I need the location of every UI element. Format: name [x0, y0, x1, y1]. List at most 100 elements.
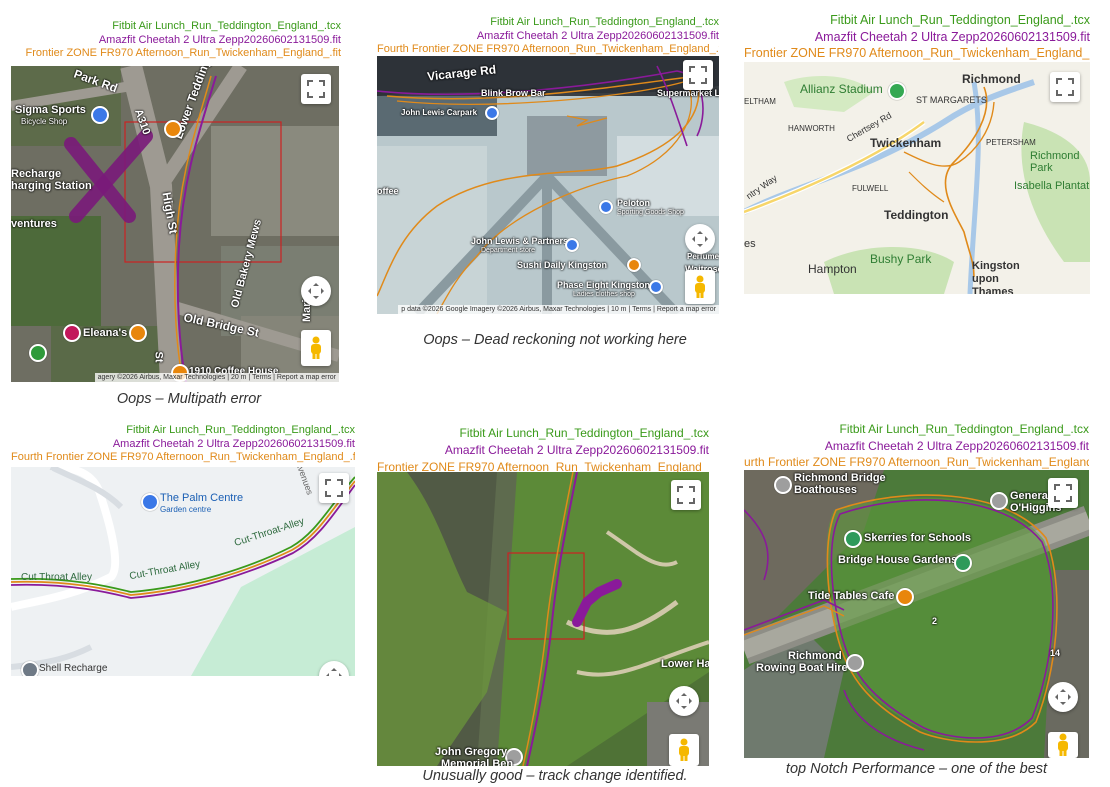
- ev-charge-pin-icon[interactable]: [29, 344, 47, 362]
- fullscreen-icon: [689, 66, 707, 84]
- road-map[interactable]: The Palm Centre Garden centre Avenues Cu…: [11, 467, 355, 676]
- pan-control[interactable]: [669, 686, 699, 716]
- fullscreen-button[interactable]: [671, 480, 701, 510]
- garden-centre-pin-icon[interactable]: [141, 493, 159, 511]
- street-view-button[interactable]: [301, 330, 331, 366]
- label-es: es: [744, 238, 756, 250]
- pan-arrows-icon: [308, 283, 324, 299]
- fullscreen-button[interactable]: [1048, 478, 1078, 508]
- fullscreen-icon: [677, 486, 695, 504]
- label-bridge-house-gardens: Bridge House Gardens: [838, 554, 958, 566]
- school-pin-icon[interactable]: [844, 530, 862, 548]
- track-legend: Fitbit Air Lunch_Run_Teddington_England_…: [744, 421, 1089, 471]
- label-hampton: Hampton: [808, 262, 857, 276]
- fullscreen-button[interactable]: [301, 74, 331, 104]
- legend-amazfit: Amazfit Cheetah 2 Ultra Zepp202606021315…: [824, 438, 1089, 453]
- label-department-store: Department store: [481, 247, 536, 254]
- satellite-map[interactable]: Vicarage Rd Blink Brow Bar John Lewis Ca…: [377, 56, 719, 314]
- shell-recharge-pin-icon[interactable]: [21, 661, 39, 676]
- label-sporting-goods: Sporting Goods Shop: [617, 209, 684, 216]
- street-view-button[interactable]: [685, 270, 715, 304]
- label-hanworth: HANWORTH: [788, 124, 835, 133]
- department-pin-icon[interactable]: [565, 238, 579, 252]
- pan-arrows-icon: [326, 668, 342, 676]
- peloton-pin-icon[interactable]: [599, 200, 613, 214]
- satellite-map[interactable]: Lower Ha John Gregory Memorial Ben: [377, 472, 709, 766]
- cafe-pin-icon[interactable]: [896, 588, 914, 606]
- track-legend: Fitbit Air Lunch_Run_Teddington_England_…: [744, 12, 1090, 62]
- legend-amazfit: Amazfit Cheetah 2 Ultra Zepp202606021315…: [476, 29, 719, 42]
- legend-amazfit: Amazfit Cheetah 2 Ultra Zepp202606021315…: [112, 437, 355, 450]
- label-sushi-daily: Sushi Daily Kingston: [517, 260, 608, 270]
- label-richmond-park: Richmond Park: [1030, 150, 1080, 174]
- label-ventures: ventures: [11, 218, 57, 230]
- road-map[interactable]: Richmond Allianz Stadium ST MARGARETS EL…: [744, 62, 1090, 294]
- label-num-14: 14: [1050, 648, 1061, 658]
- label-eltham: ELTHAM: [744, 97, 776, 106]
- legend-fourth-frontier: Fourth Frontier ZONE FR970 Afternoon_Run…: [377, 43, 719, 55]
- label-isabella-plantation: Isabella Plantat: [1014, 180, 1090, 192]
- satellite-map[interactable]: Richmond Bridge Boathouses General O'Hig…: [744, 470, 1089, 758]
- fullscreen-button[interactable]: [1050, 72, 1080, 102]
- track-legend: Fitbit Air Lunch_Run_Teddington_England_…: [377, 425, 709, 476]
- shop-pin-icon[interactable]: [91, 106, 109, 124]
- legend-fourth-frontier: Frontier ZONE FR970 Afternoon_Run_Twicke…: [744, 46, 1090, 60]
- transit-pin-icon[interactable]: [164, 120, 182, 138]
- cafe-pin-icon[interactable]: [129, 324, 147, 342]
- label-john-lewis-partners: John Lewis & Partners: [471, 236, 569, 246]
- pan-control[interactable]: [301, 276, 331, 306]
- legend-fourth-frontier: Fourth Frontier ZONE FR970 Afternoon_Run…: [11, 451, 355, 463]
- caption-top-performance: top Notch Performance – one of the best: [785, 761, 1048, 777]
- fullscreen-icon: [1056, 78, 1074, 96]
- clothes-pin-icon[interactable]: [649, 280, 663, 294]
- label-richmond-2: Richmond: [788, 650, 842, 662]
- label-blink-brow-bar: Blink Brow Bar: [481, 88, 546, 98]
- legend-fitbit: Fitbit Air Lunch_Run_Teddington_England_…: [830, 13, 1090, 27]
- label-st-margarets: ST MARGARETS: [916, 95, 987, 105]
- label-lower-ham: Lower Ha: [661, 658, 709, 670]
- street-view-button[interactable]: [669, 734, 699, 766]
- carpark-pin-icon[interactable]: [485, 106, 499, 120]
- pegman-icon: [1058, 733, 1068, 756]
- caption-track-change: Unusually good – track change identified…: [422, 768, 688, 784]
- label-phase-eight: Phase Eight Kingston: [557, 280, 651, 290]
- pan-control[interactable]: [1048, 682, 1078, 712]
- label-john-gregory: John Gregory: [435, 746, 508, 758]
- fullscreen-button[interactable]: [683, 60, 713, 90]
- fullscreen-icon: [307, 80, 325, 98]
- label-peloton: Peloton: [617, 198, 650, 208]
- legend-fourth-frontier: Frontier ZONE FR970 Afternoon_Run_Twicke…: [25, 47, 342, 59]
- label-garden-centre: Garden centre: [160, 505, 212, 514]
- label-teddington: Teddington: [884, 208, 949, 222]
- label-petersham: PETERSHAM: [986, 138, 1036, 147]
- legend-fitbit: Fitbit Air Lunch_Run_Teddington_England_…: [126, 424, 355, 436]
- fullscreen-button[interactable]: [319, 473, 349, 503]
- boathouses-pin-icon[interactable]: [774, 476, 792, 494]
- boat-hire-pin-icon[interactable]: [846, 654, 864, 672]
- map-attribution: p data ©2026 Google Imagery ©2026 Airbus…: [398, 305, 719, 314]
- legend-fitbit: Fitbit Air Lunch_Run_Teddington_England_…: [839, 422, 1089, 436]
- track-legend: Fitbit Air Lunch_Run_Teddington_England_…: [377, 16, 719, 57]
- fullscreen-icon: [1054, 484, 1072, 502]
- street-view-button[interactable]: [1048, 732, 1078, 758]
- satellite-map[interactable]: Park Rd Sigma Sports Bicycle Shop Lower …: [11, 66, 339, 382]
- label-sigma-sports: Sigma Sports: [15, 104, 86, 116]
- pan-control[interactable]: [685, 224, 715, 254]
- label-recharge: Recharge: [11, 168, 62, 180]
- pegman-icon: [695, 275, 705, 298]
- label-richmond-bridge: Richmond Bridge: [794, 472, 886, 484]
- park-pin-icon[interactable]: [954, 554, 972, 572]
- pan-arrows-icon: [1055, 689, 1071, 705]
- general-pin-icon[interactable]: [990, 492, 1008, 510]
- label-st: St: [152, 351, 165, 363]
- hotel-pin-icon[interactable]: [63, 324, 81, 342]
- pegman-icon: [311, 336, 321, 359]
- caption-dead-reckoning: Oops – Dead reckoning not working here: [423, 332, 687, 348]
- pan-arrows-icon: [676, 693, 692, 709]
- legend-fitbit: Fitbit Air Lunch_Run_Teddington_England_…: [459, 426, 709, 440]
- label-palm-centre: The Palm Centre: [160, 492, 244, 504]
- sushi-pin-icon[interactable]: [627, 258, 641, 272]
- stadium-pin-icon[interactable]: [888, 82, 906, 100]
- label-kingston: Kingston upon Thames: [972, 260, 1020, 294]
- label-bushy-park: Bushy Park: [870, 252, 932, 266]
